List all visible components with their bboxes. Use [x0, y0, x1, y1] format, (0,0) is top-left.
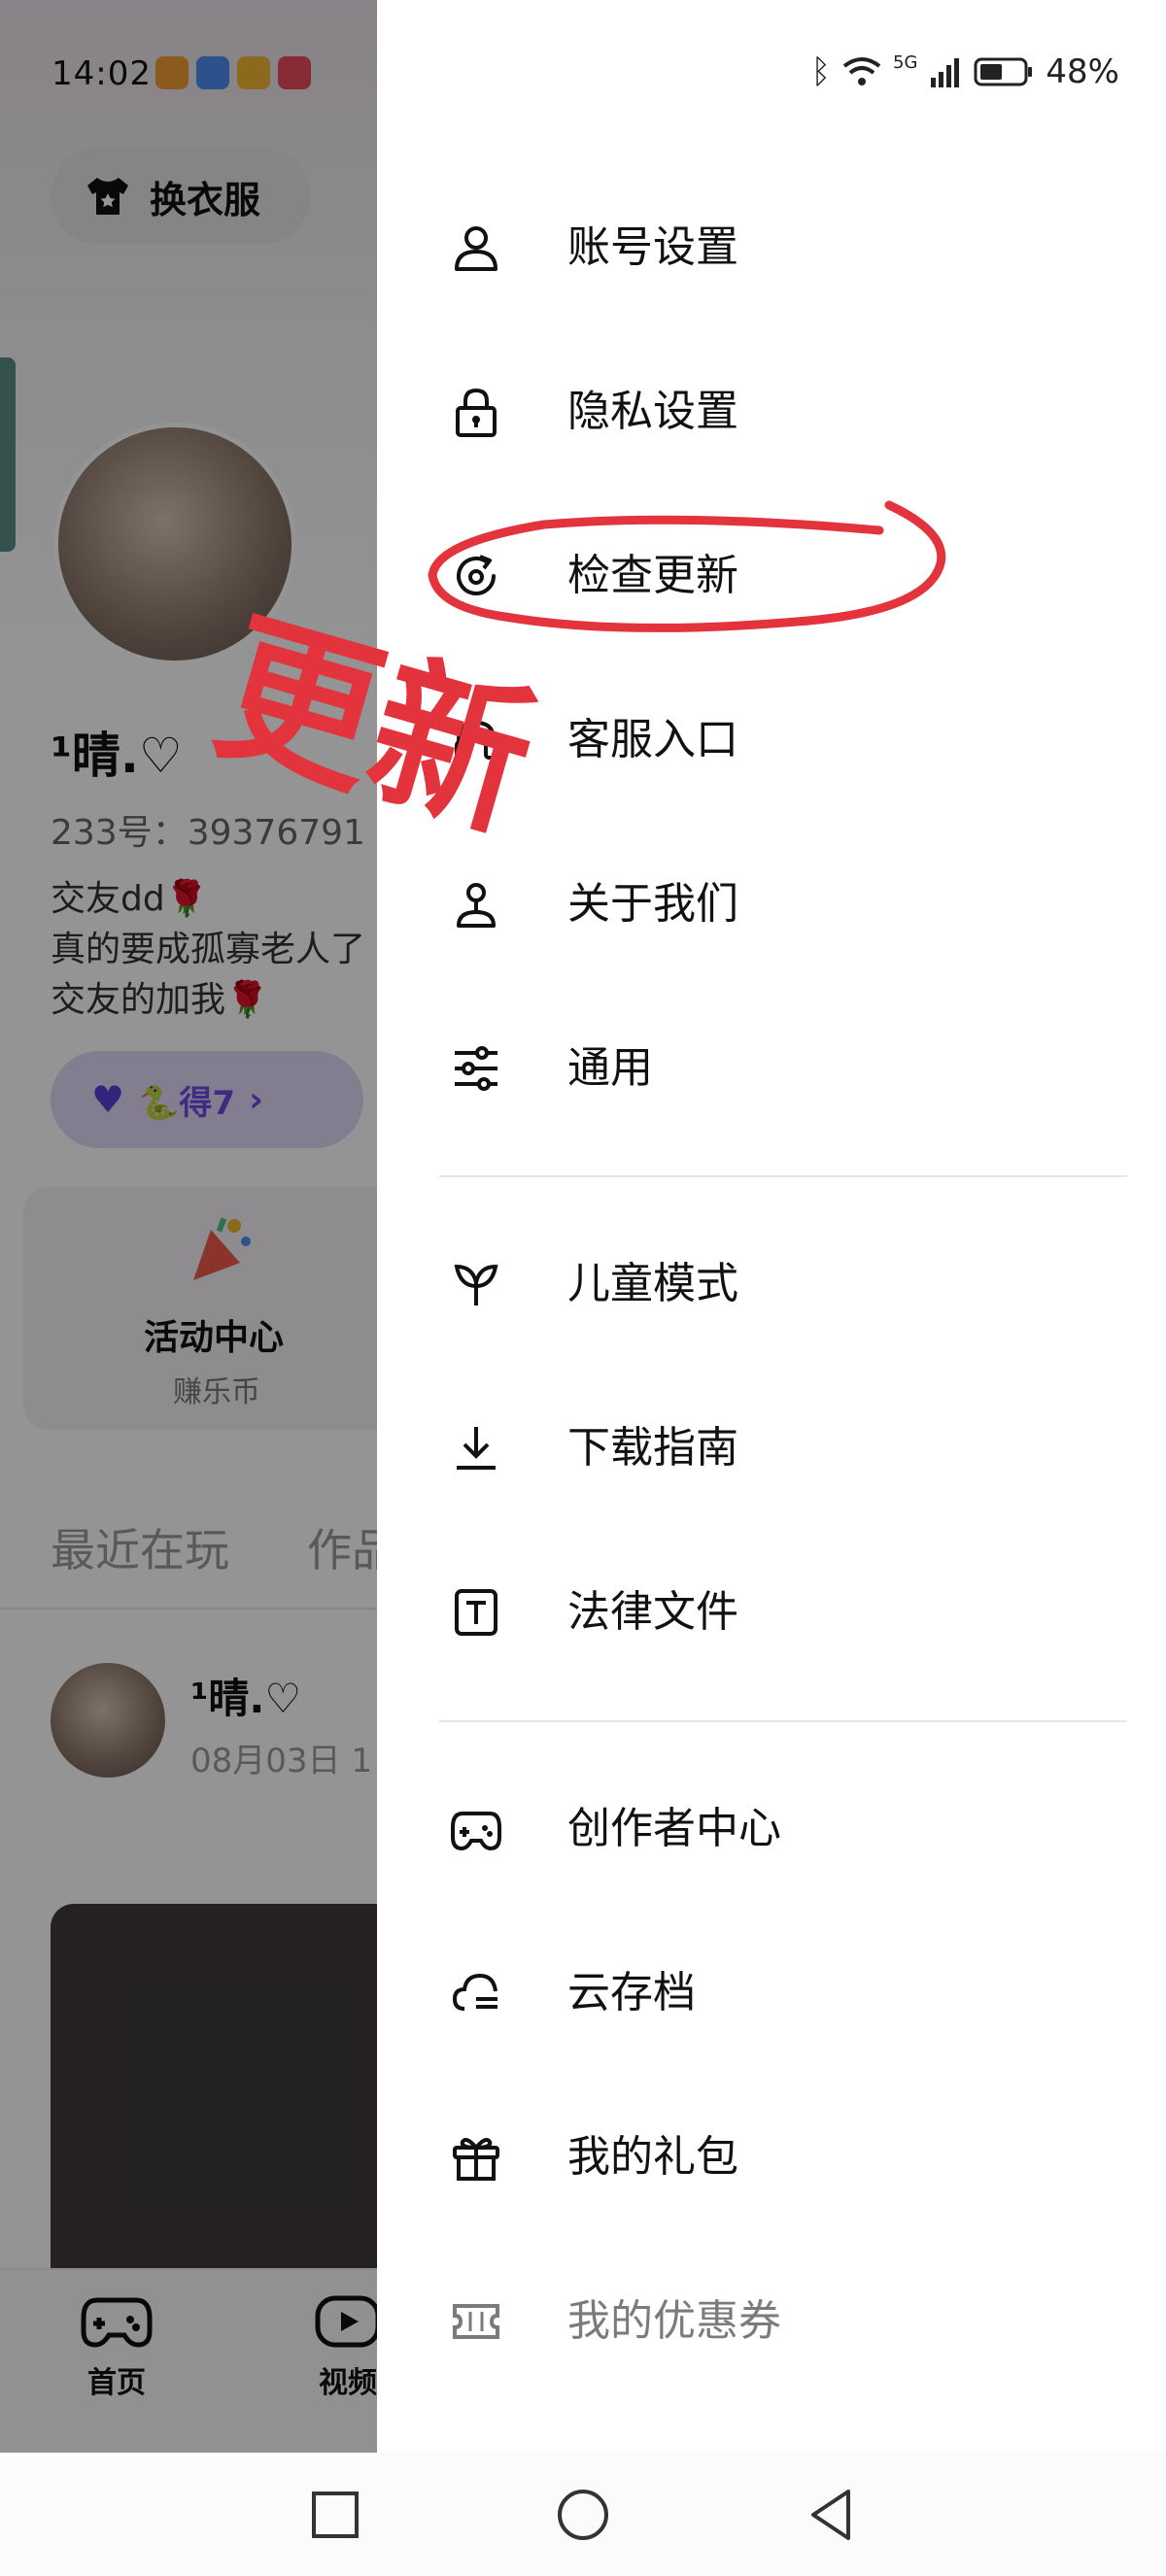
menu-item-legal-documents[interactable]: 法律文件: [377, 1554, 1166, 1671]
menu-label: 客服入口: [567, 715, 738, 764]
menu-label: 我的礼包: [567, 2132, 738, 2182]
menu-item-about-us[interactable]: 关于我们: [377, 846, 1166, 963]
headset-icon: [455, 720, 497, 760]
recent-apps-icon[interactable]: [304, 2484, 366, 2546]
menu-label: 法律文件: [567, 1587, 738, 1637]
menu-divider: [439, 1175, 1127, 1177]
lock-icon: [456, 388, 497, 437]
menu-item-cloud-save[interactable]: 云存档: [377, 1935, 1166, 2051]
wifi-icon: [842, 57, 881, 85]
menu-item-kids-mode[interactable]: 儿童模式: [377, 1226, 1166, 1342]
document-t-icon: [455, 1589, 497, 1636]
user-icon: [455, 226, 497, 271]
menu-divider: [439, 1720, 1127, 1722]
menu-item-account-settings[interactable]: 账号设置: [377, 189, 1166, 306]
menu-item-my-gift-pack[interactable]: 我的礼包: [377, 2099, 1166, 2216]
sliders-icon: [455, 1046, 497, 1091]
battery-level: 48%: [1046, 52, 1119, 91]
menu-label: 检查更新: [567, 551, 738, 600]
menu-item-check-update[interactable]: 检查更新: [377, 518, 1166, 634]
menu-label: 下载指南: [567, 1423, 738, 1473]
system-navigation-bar: [0, 2453, 1166, 2576]
battery-icon: [974, 57, 1033, 86]
menu-label: 通用: [567, 1043, 653, 1093]
settings-drawer: 账号设置 隐私设置 检查更新 客服入口 关于我们 通用 儿童模式 下载指南 法律…: [377, 0, 1166, 2453]
menu-label: 隐私设置: [567, 387, 738, 436]
gift-icon: [453, 2138, 499, 2181]
gamepad-icon: [451, 1812, 501, 1851]
menu-label: 关于我们: [567, 879, 738, 929]
back-icon[interactable]: [800, 2484, 862, 2546]
download-icon: [457, 1427, 496, 1470]
menu-label: 账号设置: [567, 222, 738, 272]
menu-item-my-coupons[interactable]: 我的优惠券: [377, 2263, 1166, 2380]
coupon-icon: [453, 2304, 499, 2339]
menu-item-customer-service[interactable]: 客服入口: [377, 682, 1166, 798]
sprout-icon: [454, 1264, 498, 1305]
network-type: 5G: [893, 52, 918, 73]
menu-item-privacy-settings[interactable]: 隐私设置: [377, 354, 1166, 470]
menu-label: 儿童模式: [567, 1259, 738, 1308]
menu-item-download-guide[interactable]: 下载指南: [377, 1390, 1166, 1507]
cloud-icon: [452, 1973, 497, 2011]
home-icon[interactable]: [552, 2484, 614, 2546]
status-bar-right: ᛒ 5G 48%: [811, 52, 1119, 91]
refresh-check-icon: [457, 555, 496, 595]
about-person-icon: [457, 883, 496, 928]
menu-item-creator-center[interactable]: 创作者中心: [377, 1771, 1166, 1887]
menu-item-general[interactable]: 通用: [377, 1010, 1166, 1127]
menu-label: 创作者中心: [567, 1804, 781, 1853]
bluetooth-icon: ᛒ: [810, 52, 832, 91]
signal-icon: [931, 58, 960, 87]
menu-label: 我的优惠券: [567, 2296, 781, 2346]
menu-label: 云存档: [567, 1968, 696, 2017]
